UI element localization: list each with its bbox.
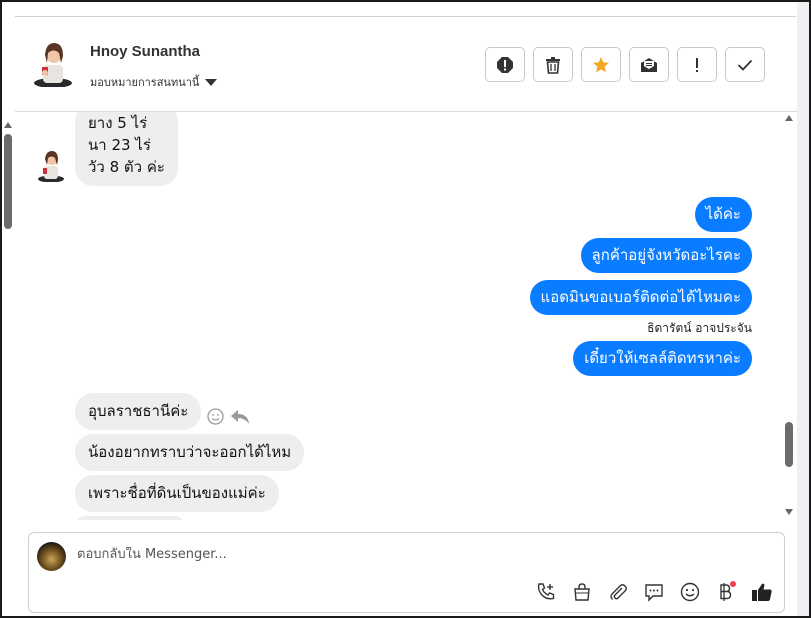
baht-icon bbox=[720, 581, 736, 601]
exclamation-icon bbox=[696, 57, 698, 72]
inbox-conversation-panel: Hnoy Sunantha มอบหมายการสนทนานี้ ยาง 5 ไ… bbox=[0, 0, 811, 618]
assign-conversation-dropdown[interactable]: มอบหมายการสนทนานี้ bbox=[90, 73, 218, 91]
message-thread: ยาง 5 ไร่ นา 23 ไร่ วัว 8 ตัว ค่ะ ได้ค่ะ… bbox=[15, 112, 785, 520]
checkmark-icon bbox=[737, 59, 753, 71]
emoji-button[interactable] bbox=[678, 580, 702, 604]
paperclip-icon bbox=[610, 584, 627, 600]
conversation-header: Hnoy Sunantha มอบหมายการสนทนานี้ bbox=[15, 17, 797, 112]
shop-button[interactable] bbox=[570, 580, 594, 604]
phone-plus-icon bbox=[537, 583, 555, 600]
outgoing-message[interactable]: ลูกค้าอยู่จังหวัดอะไรคะ bbox=[580, 238, 752, 273]
trash-icon bbox=[546, 56, 560, 74]
message-line: วัว 8 ตัว ค่ะ bbox=[88, 158, 165, 176]
outgoing-message[interactable]: ได้ค่ะ bbox=[694, 197, 752, 232]
outgoing-message[interactable]: เดี๋ยวให้เซลล์ติดทรหาค่ะ bbox=[573, 341, 752, 376]
contact-name: Hnoy Sunantha bbox=[90, 43, 201, 60]
chat-bubble-icon bbox=[645, 584, 663, 602]
alert-circle-icon bbox=[497, 56, 513, 73]
left-scrollbar-thumb[interactable] bbox=[4, 134, 12, 229]
delete-button[interactable] bbox=[533, 47, 573, 82]
shopping-bag-icon bbox=[574, 583, 590, 601]
call-button[interactable] bbox=[534, 580, 558, 604]
attach-button[interactable] bbox=[606, 580, 630, 604]
incoming-message[interactable]: ยาง 5 ไร่ นา 23 ไร่ วัว 8 ตัว ค่ะ bbox=[75, 112, 178, 186]
assign-label: มอบหมายการสนทนานี้ bbox=[90, 76, 200, 89]
important-button[interactable] bbox=[677, 47, 717, 82]
envelope-icon bbox=[641, 57, 657, 72]
outgoing-sender-name: ธิดารัตน์ อาจประจัน bbox=[647, 321, 752, 335]
react-smiley-icon[interactable] bbox=[207, 408, 224, 425]
payment-button[interactable] bbox=[714, 580, 738, 604]
chat-scroll-up-arrow-icon[interactable] bbox=[785, 115, 793, 121]
right-margin bbox=[797, 2, 809, 616]
reply-icon[interactable] bbox=[230, 409, 250, 425]
scroll-up-arrow-icon[interactable] bbox=[4, 122, 12, 128]
star-icon bbox=[593, 56, 609, 72]
saved-replies-button[interactable] bbox=[642, 580, 666, 604]
spam-button[interactable] bbox=[485, 47, 525, 82]
incoming-message[interactable]: เพราะชื่อที่ดินเป็นของแม่ค่ะ bbox=[75, 475, 279, 512]
page-avatar bbox=[37, 542, 66, 571]
done-button[interactable] bbox=[725, 47, 765, 82]
incoming-message-partial[interactable] bbox=[75, 516, 185, 520]
caret-down-icon bbox=[205, 78, 218, 86]
chat-scroll-down-arrow-icon[interactable] bbox=[785, 509, 793, 515]
outgoing-message[interactable]: แอดมินขอเบอร์ติดต่อได้ไหมคะ bbox=[529, 280, 752, 315]
reply-composer bbox=[28, 532, 785, 613]
contact-avatar[interactable] bbox=[33, 39, 73, 87]
thumbs-up-icon bbox=[752, 583, 772, 601]
star-button[interactable] bbox=[581, 47, 621, 82]
sender-avatar bbox=[38, 151, 64, 182]
reply-input[interactable] bbox=[77, 547, 577, 562]
message-line: ยาง 5 ไร่ bbox=[88, 114, 148, 132]
incoming-message[interactable]: อุบลราชธานีค่ะ bbox=[75, 393, 202, 430]
chat-scrollbar-thumb[interactable] bbox=[785, 422, 793, 467]
mark-unread-button[interactable] bbox=[629, 47, 669, 82]
message-actions bbox=[207, 408, 250, 425]
message-line: นา 23 ไร่ bbox=[88, 136, 151, 154]
like-button[interactable] bbox=[750, 580, 774, 604]
incoming-message[interactable]: น้องอยากทราบว่าจะออกได้ไหม bbox=[75, 434, 305, 471]
smiley-icon bbox=[680, 582, 700, 602]
